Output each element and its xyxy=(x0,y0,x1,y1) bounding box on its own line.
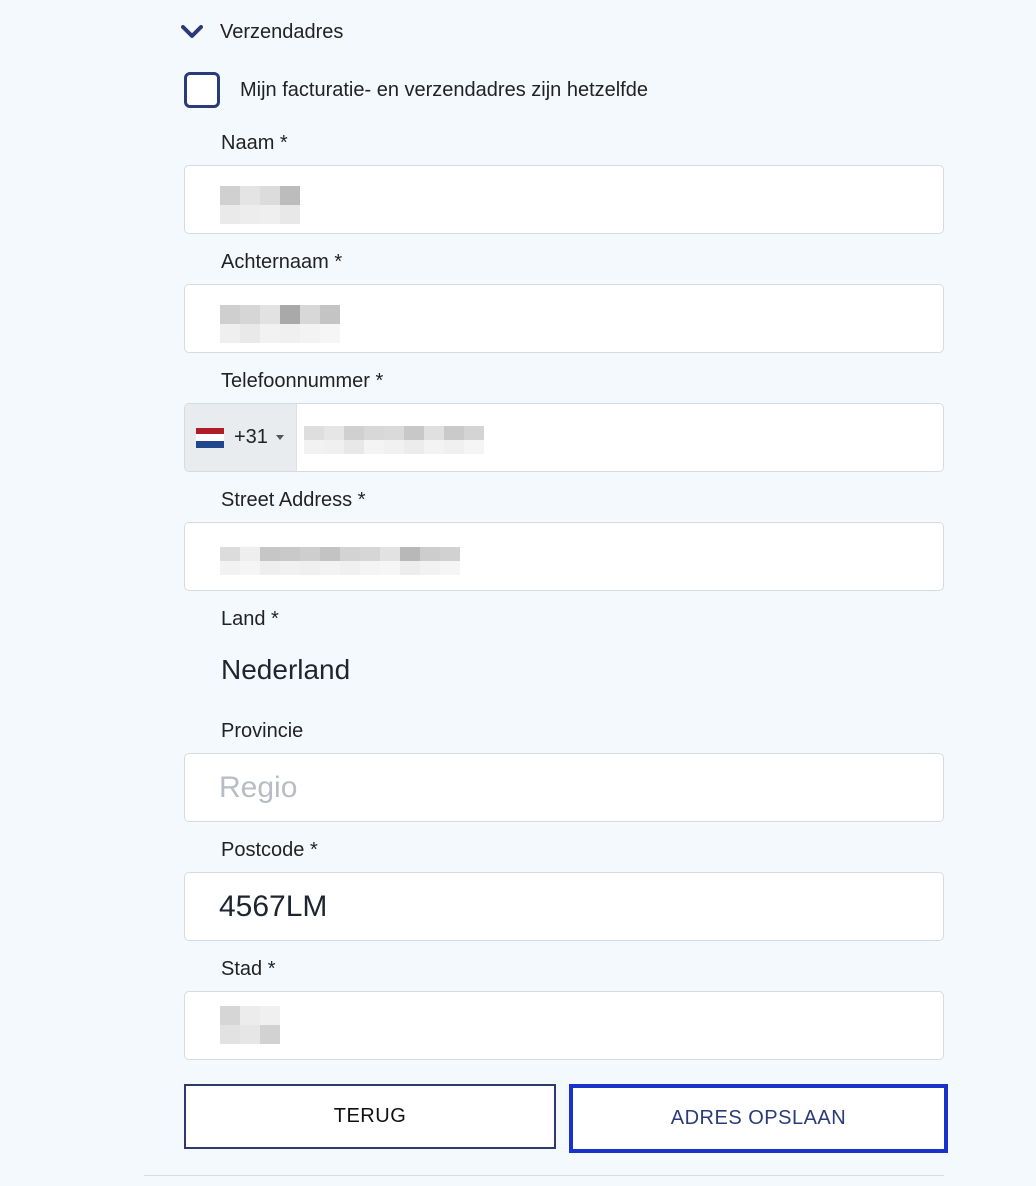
save-address-button[interactable]: ADRES OPSLAAN xyxy=(569,1084,948,1153)
same-address-checkbox[interactable] xyxy=(184,72,220,108)
city-label: Stad * xyxy=(221,958,276,980)
last-name-label: Achternaam * xyxy=(221,251,343,273)
postcode-input[interactable]: 4567LM xyxy=(184,872,944,941)
same-address-label: Mijn facturatie- en verzendadres zijn he… xyxy=(240,78,648,101)
chevron-down-icon xyxy=(180,20,204,44)
first-name-label: Naam * xyxy=(221,132,288,154)
redacted-value xyxy=(220,186,300,224)
country-code-dropdown[interactable]: +31 xyxy=(185,404,297,471)
shipping-address-form: Verzendadres Mijn facturatie- en verzend… xyxy=(0,0,1036,1186)
last-name-input[interactable] xyxy=(184,284,944,353)
same-address-row[interactable]: Mijn facturatie- en verzendadres zijn he… xyxy=(184,72,648,108)
shipping-section-toggle[interactable]: Verzendadres xyxy=(180,18,343,46)
street-label: Street Address * xyxy=(221,489,366,511)
city-input[interactable] xyxy=(184,991,944,1060)
country-value: Nederland xyxy=(221,654,351,685)
postcode-value: 4567LM xyxy=(219,889,328,923)
phone-label: Telefoonnummer * xyxy=(221,370,384,392)
province-input[interactable]: Regio xyxy=(184,753,944,822)
province-placeholder: Regio xyxy=(219,770,298,804)
section-title: Verzendadres xyxy=(220,20,344,43)
nl-flag-icon xyxy=(196,427,224,448)
street-input[interactable] xyxy=(184,522,944,591)
province-label: Provincie xyxy=(221,720,304,742)
postcode-label: Postcode * xyxy=(221,839,318,861)
caret-down-icon xyxy=(275,435,284,440)
back-button[interactable]: TERUG xyxy=(184,1084,556,1149)
redacted-value xyxy=(304,426,484,454)
redacted-value xyxy=(220,547,460,575)
redacted-value xyxy=(220,305,340,343)
dial-code: +31 xyxy=(234,426,268,448)
phone-input[interactable]: +31 xyxy=(184,403,944,472)
divider xyxy=(144,1175,944,1176)
redacted-value xyxy=(220,1006,280,1044)
country-label: Land * xyxy=(221,608,279,630)
first-name-input[interactable] xyxy=(184,165,944,234)
